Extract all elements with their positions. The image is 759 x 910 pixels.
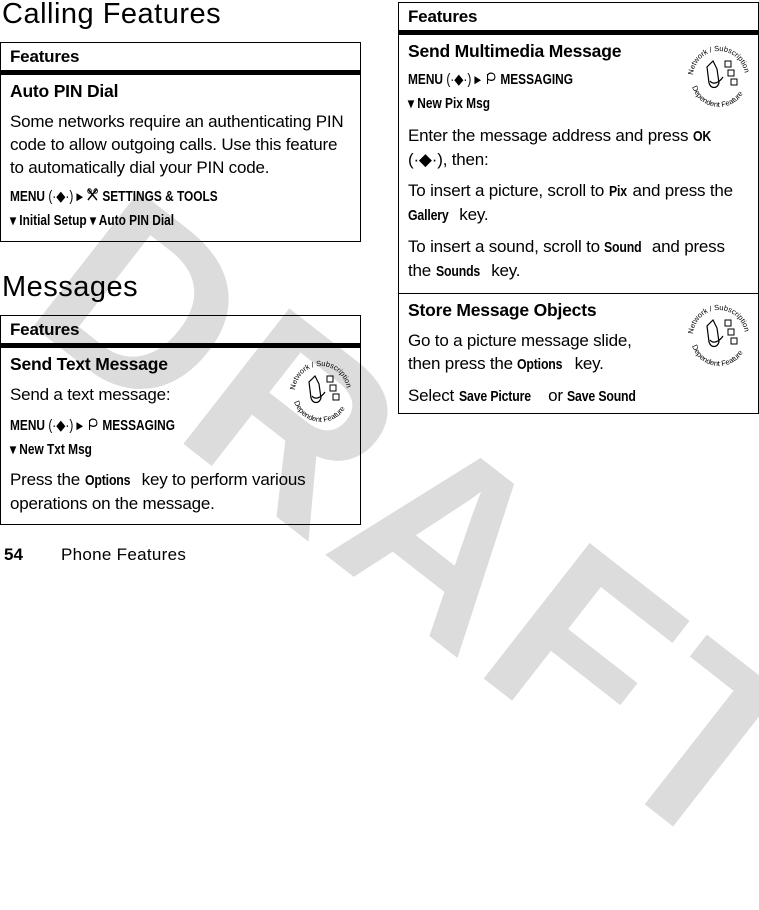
store-select-instruction: Select Save Picture or Save Sound bbox=[408, 384, 749, 408]
feature-row-send-text: Send Text Message Send a text message: M… bbox=[1, 348, 360, 521]
step-text: key. bbox=[486, 261, 521, 280]
menu-key: MENU bbox=[408, 72, 444, 88]
step-text: key. bbox=[454, 205, 489, 224]
sound-label: Sound bbox=[604, 239, 642, 256]
step-text: To insert a picture, scroll to bbox=[408, 181, 609, 200]
feature-row-auto-pin-dial: Auto PIN Dial Some networks require an a… bbox=[1, 75, 360, 245]
menu-target: MESSAGING bbox=[102, 418, 175, 434]
nav-key-icon: (·◆·) bbox=[446, 72, 472, 88]
feature-title: Auto PIN Dial bbox=[10, 81, 119, 101]
options-key-label: Options bbox=[84, 472, 130, 489]
step-text: Select bbox=[408, 386, 459, 405]
submenu-item: ▾ Auto PIN Dial bbox=[89, 213, 175, 229]
svg-text:Network / Subscription: Network / Subscription bbox=[686, 44, 752, 76]
feature-row-send-multimedia: Send Multimedia Message MENU (·◆·) ▸ MES… bbox=[399, 35, 758, 293]
menu-target: MESSAGING bbox=[500, 72, 573, 88]
step-text: To insert a sound, scroll to bbox=[408, 237, 605, 256]
step-text: key. bbox=[570, 354, 604, 373]
table-header: Features bbox=[399, 3, 758, 35]
store-instruction: Go to a picture message slide, then pres… bbox=[408, 329, 658, 376]
settings-tools-icon bbox=[86, 188, 102, 205]
page-number: 54 bbox=[4, 545, 23, 564]
table-header: Features bbox=[1, 43, 360, 75]
svg-text:Network / Subscription: Network / Subscription bbox=[288, 359, 354, 391]
menu-key: MENU bbox=[10, 418, 46, 434]
menu-target: SETTINGS & TOOLS bbox=[102, 189, 218, 205]
feature-description: Some networks require an authenticating … bbox=[10, 112, 344, 177]
menu-key: MENU bbox=[10, 189, 46, 205]
submenu-item: ▾ New Txt Msg bbox=[10, 442, 92, 458]
messages-features-table-continued: Features Send Multimedia Message MENU (·… bbox=[398, 2, 759, 414]
svg-text:Dependent Feature: Dependent Feature bbox=[690, 84, 745, 109]
svg-text:Dependent Feature: Dependent Feature bbox=[690, 343, 745, 368]
section-title-messages: Messages bbox=[2, 271, 139, 303]
gallery-key-label: Gallery bbox=[408, 207, 449, 224]
nav-key-icon: (·◆·) bbox=[408, 150, 443, 169]
pix-label: Pix bbox=[608, 183, 627, 200]
table-header: Features bbox=[1, 316, 360, 348]
messaging-icon bbox=[484, 72, 500, 88]
arrow-right-icon: ▸ bbox=[76, 189, 83, 205]
submenu-item: ▾ New Pix Msg bbox=[408, 96, 490, 112]
nav-key-icon: (·◆·) bbox=[48, 189, 74, 205]
options-key-label: Options bbox=[517, 356, 563, 373]
sounds-key-label: Sounds bbox=[435, 263, 480, 280]
section-title-calling: Calling Features bbox=[2, 0, 222, 30]
network-dependent-feature-icon: Network / Subscription Dependent Feature bbox=[288, 359, 354, 424]
network-dependent-feature-icon: Network / Subscription Dependent Feature bbox=[686, 44, 752, 109]
step-insert-picture: To insert a picture, scroll to Pix and p… bbox=[408, 179, 749, 227]
calling-features-table: Features Auto PIN Dial Some networks req… bbox=[0, 42, 361, 242]
feature-note: Press the Options key to perform various… bbox=[10, 468, 351, 515]
step-text: , then: bbox=[442, 150, 489, 169]
save-picture-label: Save Picture bbox=[458, 388, 531, 405]
network-dependent-feature-icon: Network / Subscription Dependent Feature bbox=[686, 303, 752, 368]
step-text: or bbox=[543, 386, 568, 405]
menu-path: MENU (·◆·) ▸ SETTINGS & TOOLS ▾ Initial … bbox=[10, 185, 351, 233]
step-insert-sound: To insert a sound, scroll to Sound and p… bbox=[408, 235, 749, 283]
nav-key-icon: (·◆·) bbox=[48, 418, 74, 434]
footer-section-title: Phone Features bbox=[61, 545, 187, 564]
note-text: Press the bbox=[10, 470, 85, 489]
messages-features-table: Features Send Text Message Send a text m… bbox=[0, 315, 361, 525]
svg-text:Dependent Feature: Dependent Feature bbox=[292, 399, 347, 424]
step-text: and press the bbox=[627, 181, 733, 200]
arrow-right-icon: ▸ bbox=[76, 418, 83, 434]
submenu-item: ▾ Initial Setup bbox=[10, 213, 87, 229]
arrow-right-icon: ▸ bbox=[474, 72, 481, 88]
step-enter-address: Enter the message address and press OK (… bbox=[408, 124, 749, 171]
feature-row-store-objects: Store Message Objects Go to a picture me… bbox=[399, 293, 758, 414]
messaging-icon bbox=[86, 418, 102, 434]
svg-text:Network / Subscription: Network / Subscription bbox=[686, 303, 752, 335]
step-text: Enter the message address and press bbox=[408, 126, 693, 145]
save-sound-label: Save Sound bbox=[567, 388, 637, 405]
ok-key-label: OK bbox=[692, 128, 711, 145]
